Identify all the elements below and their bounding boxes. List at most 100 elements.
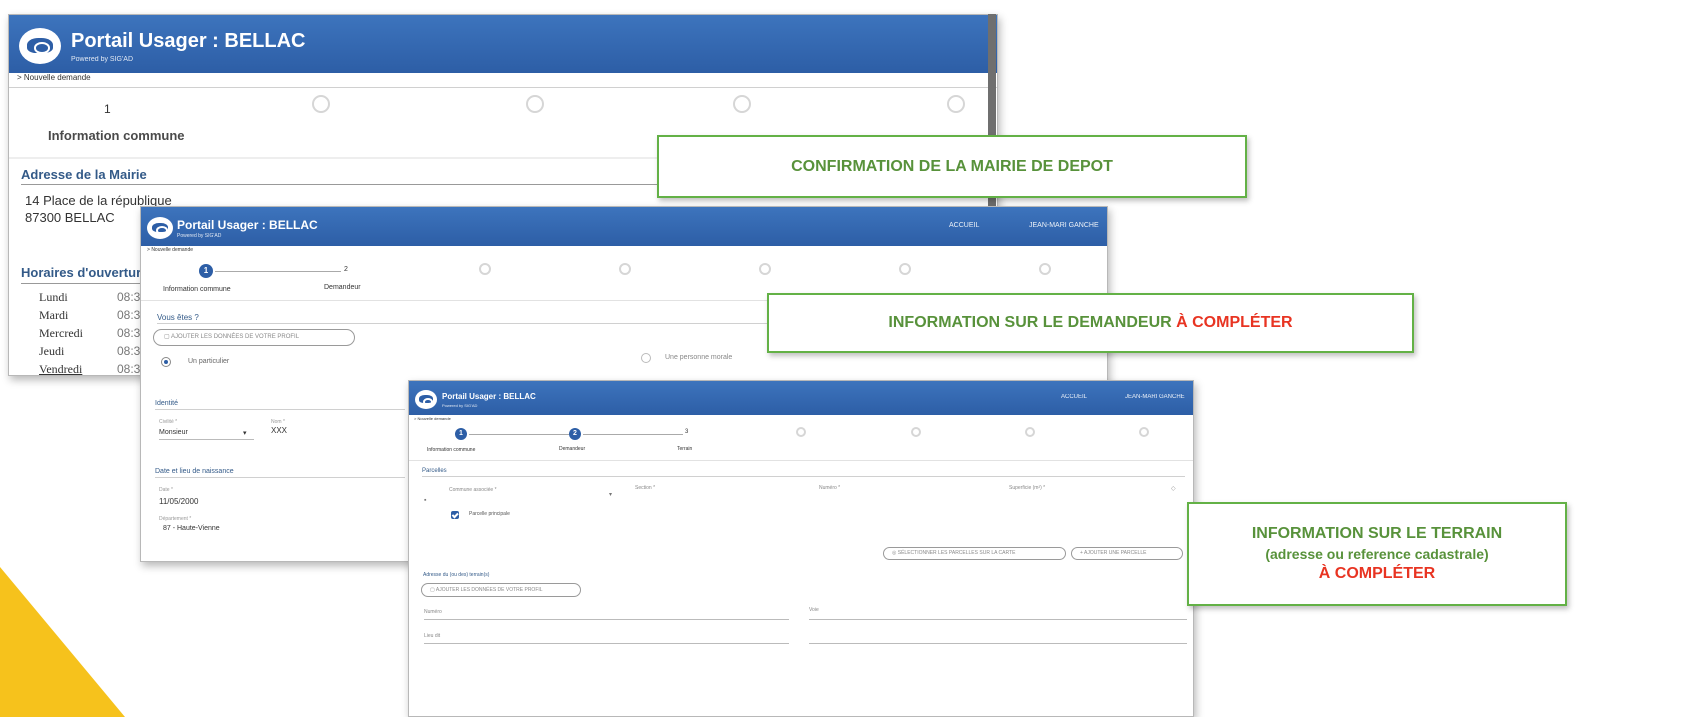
step-7-circle[interactable] [1039,263,1051,275]
step-1-circle[interactable]: 1 [455,428,467,440]
document-icon: ▢ [164,334,170,340]
delete-parcelle-icon[interactable]: ▪ [424,497,426,504]
identite-rule [155,409,405,410]
step-4-circle[interactable] [619,263,631,275]
callout-confirmation-text: CONFIRMATION DE LA MAIRIE DE DEPOT [791,157,1113,175]
step-4-circle[interactable] [796,427,806,437]
select-parcels-map-label: SÉLECTIONNER LES PARCELLES SUR LA CARTE [897,550,1016,556]
breadcrumb[interactable]: > Nouvelle demande [414,416,451,421]
callout-demandeur: INFORMATION SUR LE DEMANDEUR À COMPLÉTER [767,293,1414,353]
hours-heading-rule [21,283,141,284]
nav-accueil-link[interactable]: ACCUEIL [949,222,979,229]
callout-terrain-line2: (adresse ou reference cadastrale) [1265,545,1489,562]
cloud-logo-icon [19,28,61,64]
commune-label: Commune associée * [449,487,497,493]
superficie-stepper-icon[interactable]: ◇ [1171,485,1176,492]
numero-label: Numéro * [819,485,841,491]
add-profile-data-button[interactable]: ▢ AJOUTER LES DONNÉES DE VOTRE PROFIL [153,329,355,346]
field-underline [809,643,1187,644]
numero-field[interactable]: Numéro [424,609,442,615]
stage: Portail Usager : BELLAC Powered by SIG'A… [0,0,1681,717]
add-profile-data-button[interactable]: ▢ AJOUTER LES DONNÉES DE VOTRE PROFIL [421,583,581,597]
section-label: Section * [635,485,656,491]
nav-accueil-link[interactable]: ACCUEIL [1061,394,1087,400]
step-5-circle[interactable] [947,95,965,113]
add-parcel-button[interactable]: + AJOUTER UNE PARCELLE [1071,547,1183,560]
step-2-circle[interactable] [312,95,330,113]
parcelle-principale-checkbox[interactable] [451,511,459,519]
superficie-label: Superficie (m²) * [1009,485,1046,491]
callout-terrain-line1: INFORMATION SUR LE TERRAIN [1251,524,1503,542]
date-input[interactable]: 11/05/2000 [159,497,198,506]
app-title: Portail Usager : BELLAC [442,392,536,401]
yellow-wedge [0,567,125,717]
breadcrumb-label[interactable]: Nouvelle demande [417,416,450,421]
step-7-circle[interactable] [1139,427,1149,437]
callout-terrain-red: À COMPLÉTER [1318,565,1436,583]
parcelles-rule [422,476,1185,477]
civilite-label: Civilité * [159,419,178,425]
add-parcel-label: + AJOUTER UNE PARCELLE [1080,550,1147,556]
hours-day: Lundi [39,290,68,304]
departement-select[interactable]: 87 - Haute-Vienne [163,525,220,532]
nom-label: Nom * [271,419,285,425]
nav-user-menu[interactable]: JEAN-MARI GANCHE [1029,222,1099,229]
step-1-circle[interactable]: 1 [199,264,213,278]
map-pin-icon: ◎ [892,550,897,556]
civilite-dropdown-icon[interactable]: ▾ [243,429,247,437]
date-label: Date * [159,487,173,493]
voie-field[interactable]: Voie [809,607,819,613]
app-subtitle: Powered by SIG'AD [442,403,478,408]
hours-day: Vendredi [39,362,83,376]
departement-label: Département * [159,516,192,522]
voie-underline [809,619,1187,620]
breadcrumb-label[interactable]: Nouvelle demande [24,73,91,82]
app-subtitle: Powered by SIG'AD [177,233,222,239]
step-3-number: 3 [685,429,689,435]
app-header: Portail Usager : BELLAC Powered by SIG'A… [141,207,1107,246]
lieu-dit-field[interactable]: Lieu dit [424,633,440,639]
hours-day: Jeudi [39,344,65,358]
mairie-heading: Adresse de la Mairie [21,167,147,182]
parcelle-principale-label: Parcelle principale [469,511,510,517]
document-icon: ▢ [430,587,435,593]
step-6-circle[interactable] [1025,427,1035,437]
commune-dropdown-icon[interactable]: ▾ [609,491,612,498]
civilite-select[interactable]: Monsieur [159,429,188,436]
parcelles-heading: Parcelles [422,468,447,474]
cloud-logo-icon [415,390,437,409]
mairie-heading-rule [21,184,697,185]
screen-terrain: Portail Usager : BELLAC Powered by SIG'A… [408,380,1194,717]
select-parcels-map-button[interactable]: ◎ SÉLECTIONNER LES PARCELLES SUR LA CART… [883,547,1066,560]
app-title: Portail Usager : BELLAC [177,218,318,232]
step-5-circle[interactable] [759,263,771,275]
app-subtitle: Powered by SIG'AD [71,56,134,63]
step-1-number: 1 [104,102,111,116]
breadcrumb[interactable]: > Nouvelle demande [17,73,91,82]
radio-personne-morale[interactable] [641,353,651,363]
radio-particulier-label: Un particulier [188,358,230,365]
hours-heading: Horaires d'ouverture [21,265,149,280]
step-connector [215,271,341,272]
step-2-circle[interactable]: 2 [569,428,581,440]
nom-input[interactable]: XXX [271,426,287,435]
step-3-circle[interactable] [526,95,544,113]
breadcrumb-divider [9,87,997,88]
step-2-label: Demandeur [559,446,586,452]
breadcrumb[interactable]: > Nouvelle demande [147,247,193,253]
cloud-logo-icon [147,217,173,239]
step-3-circle[interactable] [479,263,491,275]
steps-divider [409,460,1193,461]
step-4-circle[interactable] [733,95,751,113]
step-connector-2 [583,434,683,435]
add-profile-data-label: AJOUTER LES DONNÉES DE VOTRE PROFIL [171,334,300,340]
step-6-circle[interactable] [899,263,911,275]
breadcrumb-label[interactable]: Nouvelle demande [151,247,193,253]
step-3-label: Terrain [677,446,693,452]
identite-heading: Identité [155,400,178,407]
step-5-circle[interactable] [911,427,921,437]
add-profile-data-label: AJOUTER LES DONNÉES DE VOTRE PROFIL [435,587,543,593]
callout-confirmation-mairie: CONFIRMATION DE LA MAIRIE DE DEPOT [657,135,1247,198]
radio-particulier[interactable] [161,357,171,367]
nav-user-menu[interactable]: JEAN-MARI GANCHE [1125,394,1185,400]
